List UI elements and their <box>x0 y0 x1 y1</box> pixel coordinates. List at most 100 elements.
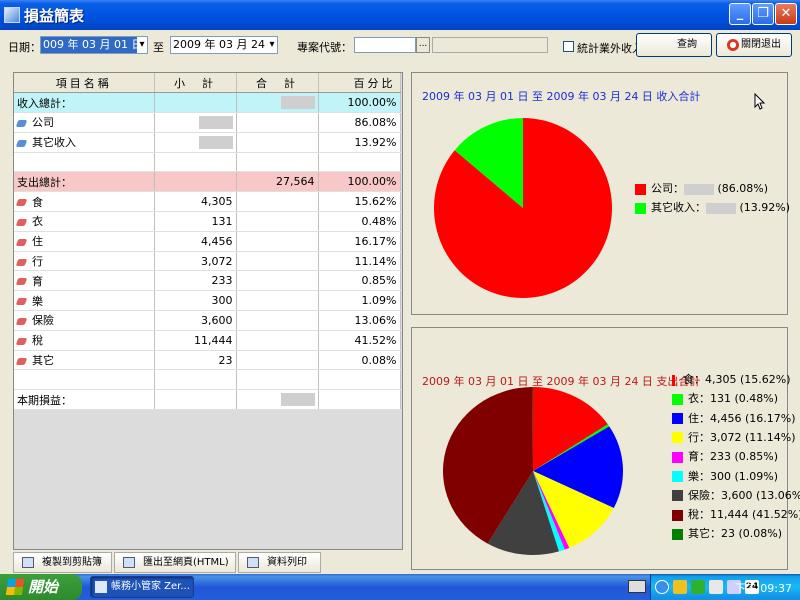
copy-clipboard-button[interactable]: 複製到剪貼簿 <box>13 552 112 573</box>
table-row[interactable]: 食 4,305 15.62% <box>14 191 401 213</box>
item-name: 保險 <box>32 314 54 328</box>
start-button[interactable]: 開始 <box>0 574 82 600</box>
cell-total <box>236 211 319 232</box>
income-chart-title: 2009 年 03 月 01 日 至 2009 年 03 月 24 日 收入合計 <box>422 90 701 103</box>
cell-subtotal <box>154 132 237 153</box>
cell-item-name: 衣 <box>14 211 155 232</box>
item-name: 稅 <box>32 334 43 348</box>
table-row[interactable]: 公司 86.08% <box>14 112 401 133</box>
close-exit-button[interactable]: ● 關閉退出 <box>716 33 792 57</box>
table-row[interactable]: 育 233 0.85% <box>14 270 401 292</box>
cell-subtotal <box>154 369 237 391</box>
table-row[interactable]: 其它 23 0.08% <box>14 350 401 371</box>
expense-legend-item: 行：3,072 (11.14%) <box>672 429 796 445</box>
table-row[interactable]: 其它收入 13.92% <box>14 132 401 153</box>
item-name: 樂 <box>32 294 43 308</box>
cell-subtotal <box>154 389 237 411</box>
cell-percent: 41.52% <box>318 330 401 351</box>
cell-total <box>236 152 319 173</box>
col-header-subtotal[interactable]: 小 計 <box>154 73 237 94</box>
antivirus-icon[interactable] <box>691 580 705 594</box>
cell-subtotal <box>154 171 237 193</box>
stat-nonoperating-checkbox[interactable] <box>563 41 574 52</box>
tag-icon <box>15 238 28 246</box>
print-button[interactable]: 資料列印 <box>238 552 321 573</box>
clock[interactable]: 下午 09:37 <box>735 580 792 596</box>
legend-label: 其它收入： <box>651 201 706 214</box>
close-window-button[interactable]: ✕ <box>775 3 797 25</box>
cell-percent <box>318 389 401 411</box>
keyboard-icon[interactable] <box>628 580 646 593</box>
table-row[interactable]: 行 3,072 11.14% <box>14 251 401 272</box>
project-browse-button[interactable]: ... <box>416 37 430 53</box>
cell-subtotal <box>154 152 237 173</box>
cell-item-name: 公司 <box>14 112 155 133</box>
clipboard-icon <box>22 557 34 568</box>
summary-table: 項目名稱 小 計 合 計 百分比 收入總計： 100.00% 公司 86.08% 其它收… <box>14 73 401 411</box>
legend-label: 樂：300 (1.09%) <box>688 469 779 483</box>
date-from-picker[interactable]: 009 年 03 月 01 日 ▾ <box>40 36 148 54</box>
cell-percent: 11.14% <box>318 251 401 272</box>
app-icon <box>4 7 20 23</box>
item-name: 其它 <box>32 354 54 368</box>
table-row[interactable]: 支出總計： 27,564 100.00% <box>14 171 401 193</box>
print-label: 資料列印 <box>267 557 307 568</box>
table-row[interactable]: 樂 300 1.09% <box>14 290 401 312</box>
minimize-button[interactable]: _ <box>729 3 751 25</box>
cell-item-name: 樂 <box>14 290 155 312</box>
item-name: 其它收入 <box>32 136 76 150</box>
table-row[interactable] <box>14 152 401 173</box>
table-row[interactable] <box>14 369 401 391</box>
tag-icon <box>15 298 28 306</box>
date-to-picker[interactable]: 2009 年 03 月 24 日 ▾ <box>170 36 278 54</box>
legend-label: 行：3,072 (11.14%) <box>688 430 796 444</box>
tag-icon <box>15 317 28 325</box>
legend-swatch <box>672 451 683 463</box>
item-name: 行 <box>32 255 43 269</box>
cell-total <box>236 389 319 411</box>
legend-swatch <box>672 509 683 521</box>
cell-percent: 0.08% <box>318 350 401 371</box>
legend-pct: (86.08%) <box>717 182 769 195</box>
cell-percent: 100.00% <box>318 171 401 193</box>
table-row[interactable]: 衣 131 0.48% <box>14 211 401 232</box>
project-name-field <box>432 37 548 53</box>
date-from-dropdown-icon[interactable]: ▾ <box>137 37 147 53</box>
project-code-input[interactable] <box>354 37 416 53</box>
app-icon <box>95 581 107 593</box>
windows-logo-icon <box>5 579 25 595</box>
income-legend-other: 其它收入： (13.92%) <box>635 199 790 215</box>
export-html-button[interactable]: 匯出至網頁(HTML) <box>114 552 236 573</box>
network-icon[interactable] <box>655 580 669 594</box>
table-row[interactable]: 收入總計： 100.00% <box>14 92 401 114</box>
cell-subtotal: 300 <box>154 290 237 312</box>
volume-icon[interactable] <box>709 580 723 594</box>
cell-item-name: 行 <box>14 251 155 272</box>
table-row[interactable]: 保險 3,600 13.06% <box>14 310 401 331</box>
query-button[interactable]: 查詢 <box>636 33 712 57</box>
tag-icon <box>15 119 28 127</box>
cell-subtotal: 23 <box>154 350 237 371</box>
col-header-percent[interactable]: 百分比 <box>318 73 401 94</box>
cell-item-name: 本期損益： <box>14 389 155 411</box>
security-icon[interactable] <box>673 580 687 594</box>
legend-swatch <box>635 183 646 195</box>
col-header-item[interactable]: 項目名稱 <box>14 73 155 94</box>
table-row[interactable]: 稅 11,444 41.52% <box>14 330 401 351</box>
table-row[interactable]: 住 4,456 16.17% <box>14 231 401 252</box>
printer-icon <box>247 557 259 568</box>
table-row[interactable]: 本期損益： <box>14 389 401 411</box>
legend-label: 衣：131 (0.48%) <box>688 392 779 406</box>
tag-icon <box>15 199 28 207</box>
date-to-dropdown-icon[interactable]: ▾ <box>267 37 277 53</box>
summary-table-panel: 項目名稱 小 計 合 計 百分比 收入總計： 100.00% 公司 86.08% 其它收… <box>13 72 403 550</box>
maximize-button[interactable]: ❐ <box>752 3 774 25</box>
col-header-total[interactable]: 合 計 <box>236 73 319 94</box>
legend-label: 其它：23 (0.08%) <box>688 527 783 541</box>
date-label: 日期： <box>8 41 41 54</box>
taskbar-app-item[interactable]: 帳務小管家 Zer... <box>90 576 194 598</box>
cell-item-name: 食 <box>14 191 155 213</box>
cell-subtotal <box>154 92 237 114</box>
legend-label: 稅：11,444 (41.52%) <box>688 508 800 522</box>
legend-label: 住：4,456 (16.17%) <box>688 411 796 425</box>
